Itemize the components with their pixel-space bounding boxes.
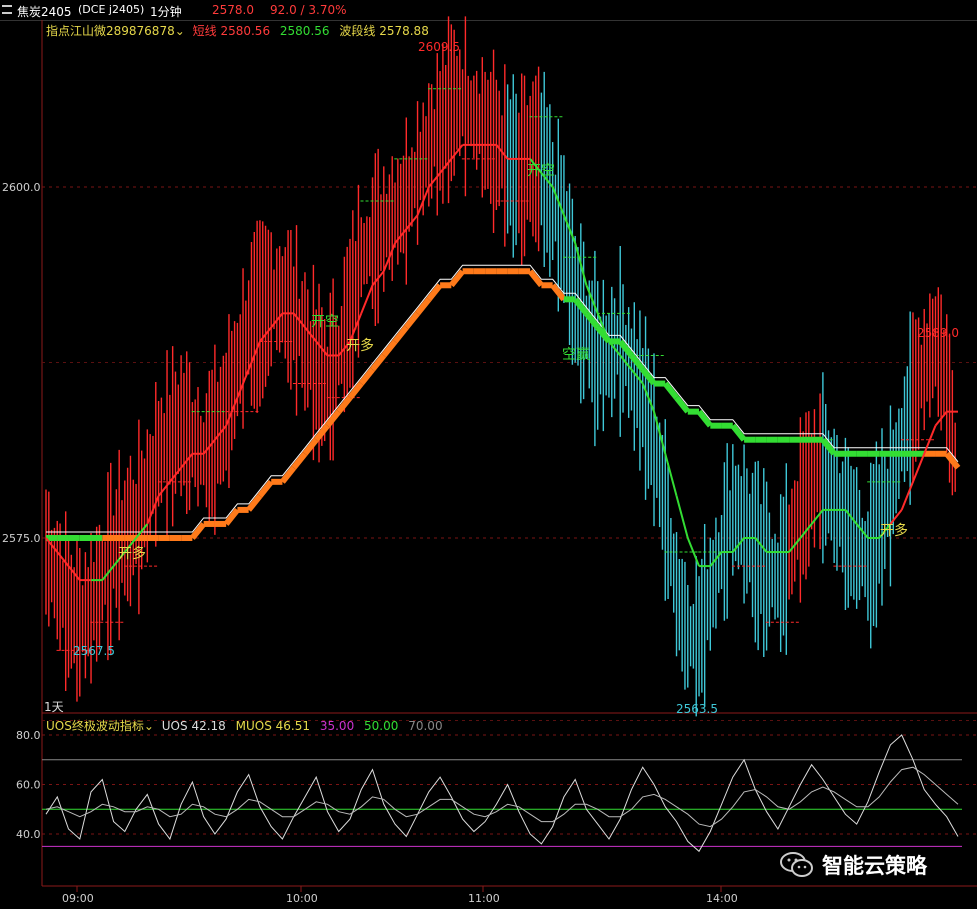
- wave-line-segment: [347, 381, 364, 400]
- wave-line-segment: [381, 339, 398, 358]
- short-line-segment: [900, 481, 914, 511]
- wave-line-segment: [662, 381, 679, 400]
- y-tick-label: 2600.0: [2, 181, 41, 194]
- short-line-segment: [675, 495, 689, 539]
- wave-line-segment: [696, 409, 713, 428]
- wave-line-segment: [280, 465, 297, 484]
- short-line-segment: [664, 453, 678, 497]
- wave-line-segment: [223, 508, 240, 526]
- wave-line-segment: [392, 325, 409, 344]
- short-line-segment: [157, 481, 171, 497]
- wave-line-segment: [257, 479, 274, 498]
- wave-line-segment: [730, 423, 747, 442]
- wave-line-segment: [190, 522, 206, 540]
- sub-y-tick-label: 80.0: [16, 729, 41, 742]
- trade-signal-short: 空赢: [562, 346, 590, 363]
- trade-signal-short: 开空: [527, 163, 555, 179]
- wave-line-segment: [415, 297, 432, 316]
- wave-line-segment: [246, 494, 263, 512]
- short-line-segment: [912, 453, 926, 483]
- sub-y-tick-label: 40.0: [16, 828, 41, 841]
- price-annotation: 2609.5: [418, 40, 460, 54]
- wave-line-segment: [527, 269, 544, 288]
- wave-line-segment: [448, 269, 465, 288]
- y-tick-label: 2575.0: [2, 532, 41, 545]
- price-annotation: 2567.5: [73, 644, 115, 658]
- price-annotation: 2563.5: [676, 702, 718, 716]
- x-tick-label: 11:00: [468, 892, 500, 905]
- short-line-segment: [360, 284, 374, 314]
- chart-canvas[interactable]: 2575.0 2600.0 40.0 60.0 80.0 09:00 10:00 11:00 1…: [0, 0, 977, 909]
- trade-signal-long: 开多: [346, 337, 374, 354]
- x-tick-label: 14:00: [706, 892, 738, 905]
- wave-line-segment: [358, 367, 375, 386]
- wave-line-segment: [403, 311, 420, 330]
- trade-signal-long: 开多: [118, 545, 146, 562]
- trade-signal-short: 开空: [311, 314, 339, 330]
- muos-line: [45, 766, 959, 828]
- wave-line-segment: [291, 451, 308, 470]
- wave-line-segment: [370, 353, 387, 372]
- price-annotation: 2589.0: [917, 326, 959, 340]
- x-tick-label: 10:00: [286, 892, 318, 905]
- x-tick-label: 09:00: [62, 892, 94, 905]
- wave-line-segment: [302, 437, 319, 456]
- trade-signal-long: 开多: [880, 522, 908, 539]
- sub-y-tick-label: 60.0: [16, 779, 41, 792]
- wave-line-segment: [674, 395, 691, 414]
- wave-outline: [46, 264, 959, 533]
- wave-line-segment: [426, 283, 443, 302]
- short-line-segment: [428, 172, 441, 188]
